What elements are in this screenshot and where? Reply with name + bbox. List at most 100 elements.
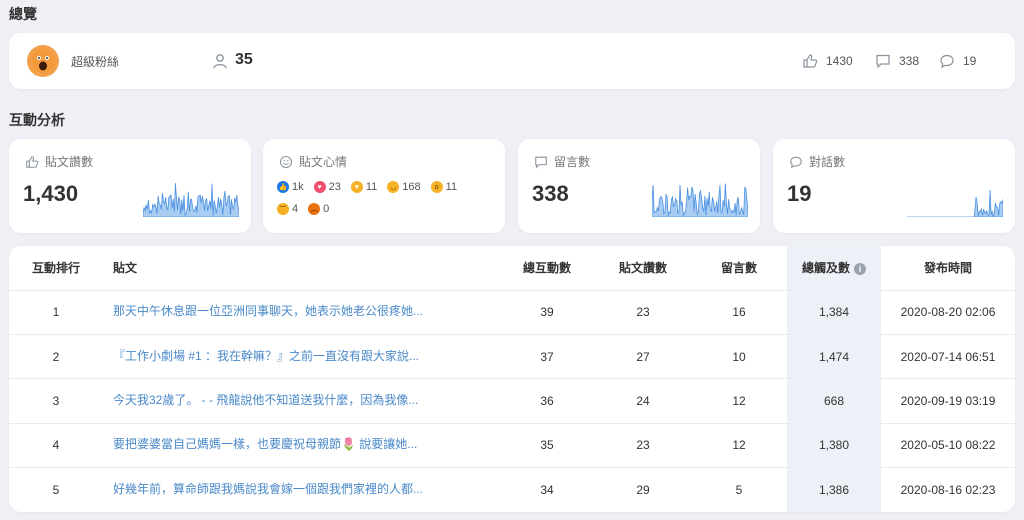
- cell-likes: 27: [595, 333, 691, 379]
- post-link[interactable]: 『工作小劇場 #1 ：我在幹嘛？』之前一直沒有跟大家說...: [113, 347, 419, 364]
- metric-label: 貼文心情: [299, 155, 348, 169]
- reaction-row-2: ︶ 4 ︵ 0: [277, 203, 329, 215]
- cell-time: 2020-09-19 03:19: [881, 378, 1015, 424]
- sparkline-area: [652, 183, 748, 217]
- header-post: 貼文: [113, 261, 138, 276]
- haha-reaction-icon: ◡: [387, 181, 400, 193]
- reaction-haha: ◡ 168: [387, 181, 421, 193]
- cell-comments: 16: [691, 289, 787, 335]
- likes-stat: 1430: [802, 53, 853, 69]
- conversations-metric-card: 對話數 19: [773, 139, 1015, 233]
- metric-label: 對話數: [809, 155, 846, 169]
- metric-label: 留言數: [554, 155, 591, 169]
- reaction-count: 168: [402, 181, 421, 193]
- cell-total: 35: [499, 422, 595, 468]
- page-name: 超級粉絲: [71, 55, 120, 69]
- cell-reach: 1,386: [787, 467, 881, 512]
- cell-comments: 12: [691, 422, 787, 468]
- post-link[interactable]: 那天中午休息跟一位亞洲同事聊天，她表示她老公很疼她...: [113, 302, 423, 319]
- header-rank[interactable]: 互動排行: [9, 246, 103, 290]
- care-reaction-icon: ♥: [350, 181, 363, 193]
- cell-likes: 24: [595, 378, 691, 424]
- reaction-count: 11: [445, 181, 458, 193]
- chat-bubble-icon: [790, 156, 802, 168]
- reaction-angry: ︵ 0: [308, 203, 329, 215]
- header-comments[interactable]: 留言數: [691, 246, 787, 290]
- metric-value: 338: [532, 181, 569, 206]
- page-avatar[interactable]: [27, 45, 59, 77]
- table-row[interactable]: 1 那天中午休息跟一位亞洲同事聊天，她表示她老公很疼她... 39 23 16 1,384…: [9, 289, 1015, 335]
- cell-comments: 5: [691, 467, 787, 512]
- cell-reach: 1,384: [787, 289, 881, 335]
- reaction-row-1: 👍 1k ♥ 23 ♥ 11 ◡ 168 o 11: [277, 181, 457, 193]
- info-icon[interactable]: i: [854, 263, 866, 276]
- post-link[interactable]: 好幾年前，算命師跟我媽說我會嫁一個跟我們家裡的人都...: [113, 480, 423, 497]
- header-time[interactable]: 發布時間: [881, 246, 1015, 290]
- cell-time: 2020-05-10 08:22: [881, 422, 1015, 468]
- cell-total: 36: [499, 378, 595, 424]
- reaction-count: 1k: [292, 181, 304, 193]
- thumbs-up-icon: [803, 54, 818, 68]
- ranking-table-card: 互動排行 貼文 總互動數 貼文讚數 留言數 總觸及數 i 發布時間 1 那天中午休息…: [9, 246, 1015, 512]
- cell-total: 39: [499, 289, 595, 335]
- comments-metric-card: 留言數 338: [518, 139, 760, 233]
- table-row[interactable]: 2 『工作小劇場 #1 ：我在幹嘛？』之前一直沒有跟大家說... 37 27 10 1,4…: [9, 333, 1015, 379]
- post-link[interactable]: 今天我32歲了。 - - 飛龍說他不知道送我什麼，因為我像...: [113, 391, 418, 408]
- table-row[interactable]: 3 今天我32歲了。 - - 飛龍說他不知道送我什麼，因為我像... 36 24 12 6…: [9, 378, 1015, 424]
- cell-rank: 1: [9, 289, 103, 335]
- ranking-table: 互動排行 貼文 總互動數 貼文讚數 留言數 總觸及數 i 發布時間 1 那天中午休息…: [9, 246, 1015, 512]
- sparkline-area: [143, 183, 239, 217]
- user-icon: [213, 54, 227, 69]
- header-likes[interactable]: 貼文讚數: [595, 246, 691, 290]
- fans-count: 35: [235, 51, 253, 68]
- cell-reach: 1,474: [787, 333, 881, 379]
- overview-card: 超級粉絲 35 1430 338 19: [9, 33, 1015, 89]
- cell-likes: 23: [595, 289, 691, 335]
- cell-reach: 668: [787, 378, 881, 424]
- comments-count: 338: [899, 54, 920, 68]
- metric-value: 1,430: [23, 181, 79, 206]
- cell-time: 2020-08-16 02:23: [881, 467, 1015, 512]
- cell-time: 2020-08-20 02:06: [881, 289, 1015, 335]
- sad-reaction-icon: ︶: [277, 203, 289, 215]
- cell-likes: 23: [595, 422, 691, 468]
- cell-rank: 3: [9, 378, 103, 424]
- header-reach-label: 總觸及數: [801, 261, 850, 276]
- cell-post: 今天我32歲了。 - - 飛龍說他不知道送我什麼，因為我像...: [103, 378, 499, 424]
- love-reaction-icon: ♥: [313, 181, 326, 193]
- smiley-icon: [279, 155, 293, 168]
- analysis-section-title: 互動分析: [9, 112, 65, 128]
- wow-reaction-icon: o: [430, 181, 443, 193]
- header-reach[interactable]: 總觸及數 i: [787, 246, 881, 290]
- cell-total: 34: [499, 467, 595, 512]
- table-row[interactable]: 5 好幾年前，算命師跟我媽說我會嫁一個跟我們家裡的人都... 34 29 5 1,386 2…: [9, 467, 1015, 512]
- comments-stat: 338: [875, 53, 919, 69]
- table-header-row: 互動排行 貼文 總互動數 貼文讚數 留言數 總觸及數 i 發布時間: [9, 246, 1015, 290]
- table-row[interactable]: 4 要把婆婆當自己媽媽一樣，也要慶祝母親節🌷 說要讓她... 35 23 12 1,380…: [9, 422, 1015, 468]
- cell-post: 要把婆婆當自己媽媽一樣，也要慶祝母親節🌷 說要讓她...: [103, 422, 499, 468]
- metric-label: 貼文讚數: [45, 155, 94, 169]
- likes-metric-card: 貼文讚數 1,430: [9, 139, 251, 233]
- cell-post: 『工作小劇場 #1 ：我在幹嘛？』之前一直沒有跟大家說...: [103, 333, 499, 379]
- angry-reaction-icon: ︵: [308, 203, 321, 215]
- sparkline-area: [907, 189, 1003, 217]
- header-total[interactable]: 總互動數: [499, 246, 595, 290]
- thumbs-up-icon: [26, 155, 39, 168]
- metric-value: 19: [787, 181, 812, 206]
- likes-count: 1430: [826, 54, 853, 68]
- cell-comments: 12: [691, 378, 787, 424]
- reaction-count: 4: [292, 203, 299, 215]
- cell-likes: 29: [595, 467, 691, 512]
- post-link[interactable]: 要把婆婆當自己媽媽一樣，也要慶祝母親節🌷 說要讓她...: [113, 435, 417, 452]
- cell-reach: 1,380: [787, 422, 881, 468]
- reaction-love: ♥ 23: [313, 181, 341, 193]
- conversations-sparkline: [907, 189, 1003, 217]
- overview-section-title: 總覽: [9, 6, 37, 22]
- shocked-face-icon: [31, 49, 55, 73]
- like-reaction-icon: 👍: [277, 181, 289, 193]
- reaction-count: 0: [323, 203, 330, 215]
- chat-bubble-icon: [940, 54, 954, 69]
- comment-icon: [535, 156, 547, 169]
- comment-icon: [876, 54, 890, 69]
- conversations-stat: 19: [939, 53, 976, 69]
